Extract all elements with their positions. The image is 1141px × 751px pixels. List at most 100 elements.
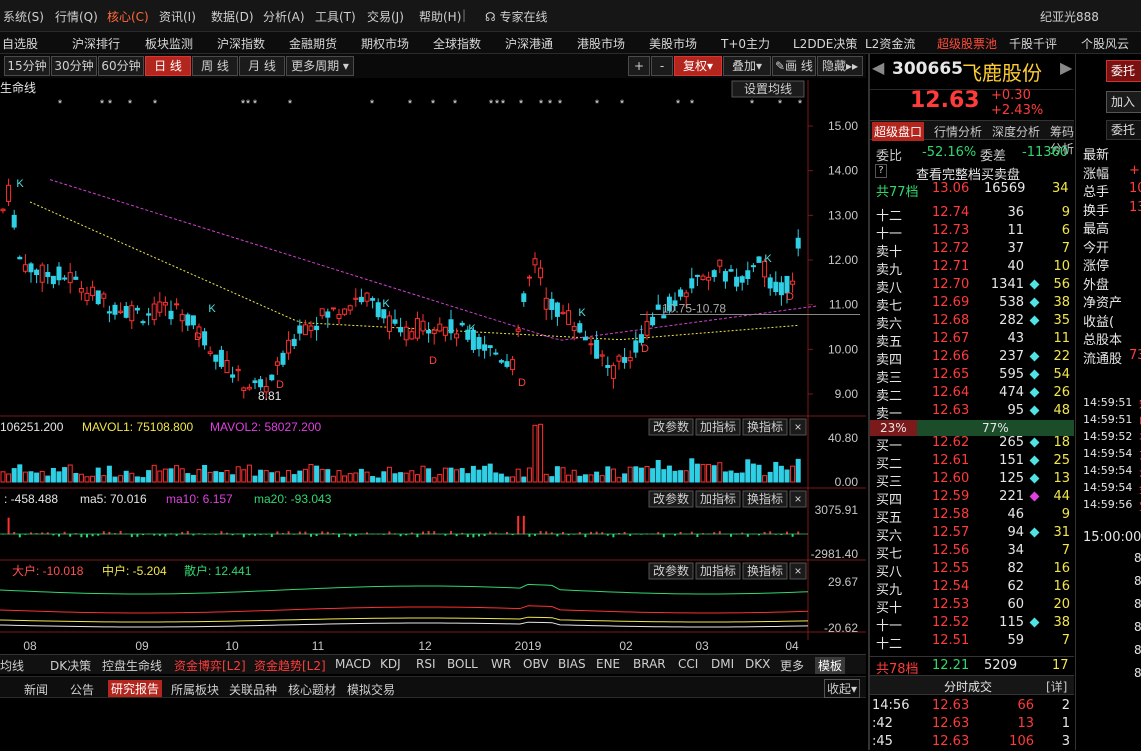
ind-tab[interactable]: 资金博弈[L2]: [174, 657, 246, 674]
bid-level-row[interactable]: 买四 12.59 221 44: [870, 488, 1074, 508]
nav-item[interactable]: 沪深排行: [72, 35, 120, 52]
bid-level-row[interactable]: 买三 12.60 125 13: [870, 470, 1074, 490]
bid-level-row[interactable]: 十二 12.51 59 7: [870, 632, 1074, 652]
menu-trade[interactable]: 交易(J): [367, 8, 404, 25]
nav-item[interactable]: 全球指数: [433, 35, 481, 52]
next-stock-icon[interactable]: ▶: [1060, 58, 1072, 77]
news-tab-selected[interactable]: 研究报告: [108, 680, 163, 697]
user-name[interactable]: 纪亚光888: [1040, 8, 1099, 25]
nav-item[interactable]: 期权市场: [361, 35, 409, 52]
ask-level-row[interactable]: 卖一 12.63 95 48: [870, 402, 1074, 422]
period-60m[interactable]: 60分钟: [98, 56, 144, 76]
nav-item[interactable]: 超级股票池: [937, 35, 997, 52]
ask-level-row[interactable]: 卖三 12.65 595 54: [870, 366, 1074, 386]
bid-level-row[interactable]: 买八 12.55 82 16: [870, 560, 1074, 580]
ind-tab[interactable]: 资金趋势[L2]: [254, 657, 326, 674]
menu-tools[interactable]: 工具(T): [315, 8, 356, 25]
tab-quote-analysis[interactable]: 行情分析: [934, 123, 982, 140]
ind-tab[interactable]: ENE: [596, 657, 620, 671]
ind-tab[interactable]: DKX: [745, 657, 770, 671]
collapse-button[interactable]: 收起▾: [824, 679, 861, 698]
news-tab[interactable]: 新闻: [24, 681, 48, 698]
tab-entrust[interactable]: 委托: [1106, 120, 1141, 140]
prev-stock-icon[interactable]: ◀: [872, 58, 884, 77]
draw-line-button[interactable]: ✎画 线: [772, 56, 816, 76]
expert-online-link[interactable]: ☊ 专家在线: [485, 8, 548, 25]
ask-level-row[interactable]: 卖九 12.71 40 10: [870, 258, 1074, 278]
bid-level-row[interactable]: 买十 12.53 60 20: [870, 596, 1074, 616]
period-30m[interactable]: 30分钟: [51, 56, 97, 76]
bid-level-row[interactable]: 买五 12.58 46 9: [870, 506, 1074, 526]
ind-tab[interactable]: 均线: [0, 657, 24, 674]
ind-tab[interactable]: BRAR: [633, 657, 666, 671]
ask-level-row[interactable]: 卖十 12.72 37 7: [870, 240, 1074, 260]
ask-level-row[interactable]: 卖四 12.66 237 22: [870, 348, 1074, 368]
news-tab[interactable]: 关联品种: [229, 681, 277, 698]
ind-tab[interactable]: 控盘生命线: [102, 657, 162, 674]
ask-level-row[interactable]: 卖六 12.68 282 35: [870, 312, 1074, 332]
zoom-out-button[interactable]: -: [651, 56, 673, 76]
ind-tab[interactable]: KDJ: [380, 657, 401, 671]
nav-item[interactable]: T+0主力: [721, 35, 770, 52]
bid-level-row[interactable]: 买七 12.56 34 7: [870, 542, 1074, 562]
news-tab[interactable]: 模拟交易: [347, 681, 395, 698]
news-tab[interactable]: 公告: [70, 681, 94, 698]
bid-level-row[interactable]: 买一 12.62 265 18: [870, 434, 1074, 454]
period-day[interactable]: 日 线: [145, 56, 191, 76]
nav-item[interactable]: 个股风云: [1081, 35, 1129, 52]
kline-chart[interactable]: * * * * * * * * * * * * * * * * * * * * * * * * * * *KK KKKKDDDDDD …: [0, 80, 866, 652]
news-tab[interactable]: 核心题材: [288, 681, 336, 698]
bid-level-row[interactable]: 十一 12.52 115 38: [870, 614, 1074, 634]
ind-tab[interactable]: OBV: [523, 657, 549, 671]
menu-data[interactable]: 数据(D): [211, 8, 254, 25]
ind-tab[interactable]: BIAS: [558, 657, 586, 671]
question-icon[interactable]: ?: [875, 164, 887, 178]
ind-tab[interactable]: MACD: [335, 657, 371, 671]
ind-tab[interactable]: CCI: [678, 657, 698, 671]
nav-item[interactable]: 沪深指数: [217, 35, 265, 52]
ind-tab[interactable]: DMI: [711, 657, 734, 671]
menu-system[interactable]: 系统(S): [3, 8, 44, 25]
menu-core[interactable]: 核心(C): [107, 8, 149, 25]
period-week[interactable]: 周 线: [192, 56, 238, 76]
bid-level-row[interactable]: 买二 12.61 151 25: [870, 452, 1074, 472]
entrust-button[interactable]: 委托: [1106, 60, 1141, 82]
news-tab[interactable]: 所属板块: [171, 681, 219, 698]
ind-tab[interactable]: BOLL: [447, 657, 478, 671]
ask-level-row[interactable]: 十一 12.73 11 6: [870, 222, 1074, 242]
hide-button[interactable]: 隐藏▸▸: [817, 56, 863, 76]
ask-level-row[interactable]: 卖二 12.64 474 26: [870, 384, 1074, 404]
ask-level-row[interactable]: 卖五 12.67 43 11: [870, 330, 1074, 350]
ind-tab[interactable]: 更多: [780, 657, 804, 674]
ind-tab[interactable]: 模板: [815, 657, 846, 674]
period-month[interactable]: 月 线: [239, 56, 285, 76]
bid-level-row[interactable]: 买九 12.54 62 16: [870, 578, 1074, 598]
nav-item[interactable]: 金融期货: [289, 35, 337, 52]
nav-item[interactable]: 美股市场: [649, 35, 697, 52]
nav-item[interactable]: L2DDE决策: [793, 35, 857, 52]
nav-item[interactable]: 板块监测: [145, 35, 193, 52]
nav-item[interactable]: L2资金流: [865, 35, 915, 52]
period-15m[interactable]: 15分钟: [4, 56, 50, 76]
nav-item[interactable]: 千股千评: [1009, 35, 1057, 52]
ind-tab[interactable]: WR: [491, 657, 511, 671]
menu-market[interactable]: 行情(Q): [55, 8, 98, 25]
ind-tab[interactable]: RSI: [416, 657, 436, 671]
ask-level-row[interactable]: 卖八 12.70 1341 56: [870, 276, 1074, 296]
ind-tab[interactable]: DK决策: [50, 657, 91, 674]
ask-level-row[interactable]: 十二 12.74 36 9: [870, 204, 1074, 224]
menu-news[interactable]: 资讯(I): [159, 8, 196, 25]
menu-help[interactable]: 帮助(H): [419, 8, 461, 25]
overlay-button[interactable]: 叠加▾: [723, 56, 771, 76]
zoom-in-button[interactable]: +: [628, 56, 650, 76]
nav-item[interactable]: 港股市场: [577, 35, 625, 52]
ask-level-row[interactable]: 卖七 12.69 538 38: [870, 294, 1074, 314]
menu-analysis[interactable]: 分析(A): [263, 8, 305, 25]
add-watch-button[interactable]: 加入: [1106, 91, 1141, 113]
tab-depth-analysis[interactable]: 深度分析: [992, 123, 1040, 140]
tab-super-book[interactable]: 超级盘口: [872, 122, 925, 141]
nav-item[interactable]: 自选股: [2, 35, 38, 52]
fenshi-detail-link[interactable]: [详]: [1046, 678, 1067, 695]
nav-item[interactable]: 沪深港通: [505, 35, 553, 52]
period-more[interactable]: 更多周期 ▾: [286, 56, 354, 76]
